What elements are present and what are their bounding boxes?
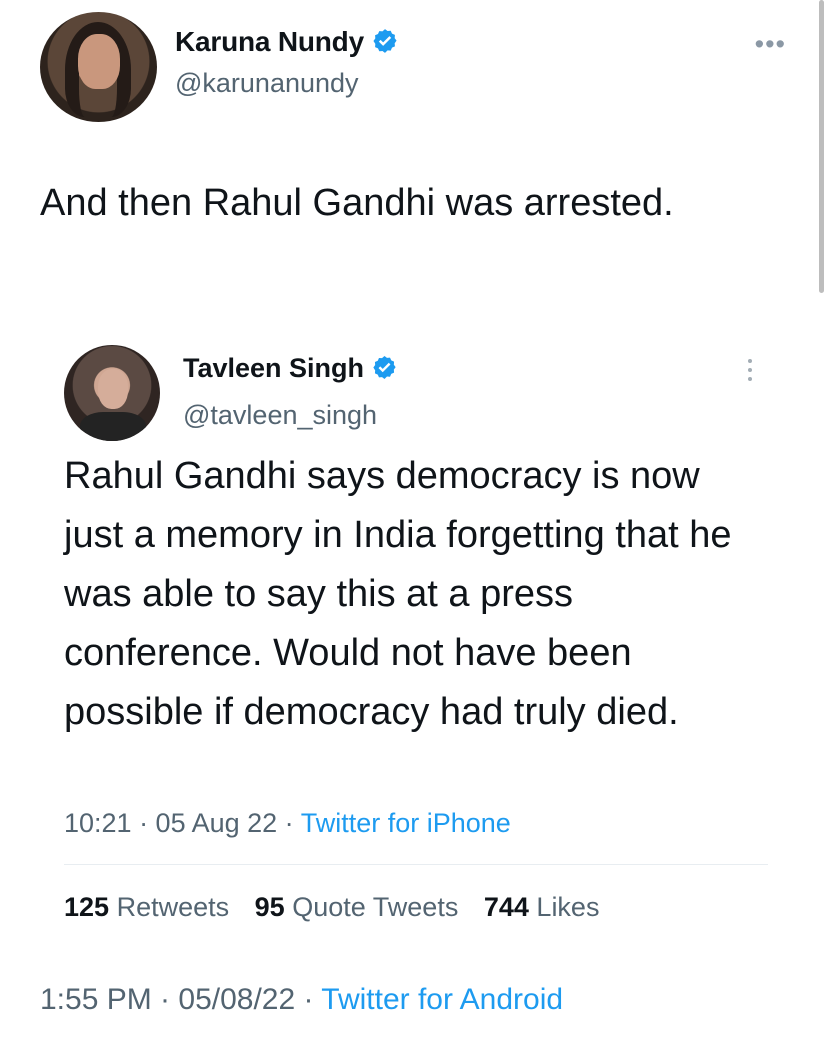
avatar-face (98, 369, 128, 409)
more-options-icon[interactable]: ••• (755, 29, 786, 60)
author-name-text[interactable]: Karuna Nundy (175, 26, 364, 57)
retweets-count[interactable]: 125 (64, 892, 109, 922)
retweets-label[interactable]: Retweets (117, 892, 230, 922)
author-name[interactable]: Karuna Nundy (175, 26, 399, 62)
quoted-author-name-text[interactable]: Tavleen Singh (183, 353, 364, 383)
quoted-source-link[interactable]: Twitter for iPhone (301, 808, 511, 838)
avatar-shoulders (80, 412, 146, 441)
quote-tweets-label[interactable]: Quote Tweets (292, 892, 458, 922)
quoted-more-options-icon[interactable] (748, 359, 753, 385)
tweet-meta: 1:55 PM · 05/08/22 · Twitter for Android (40, 983, 563, 1017)
quoted-author-name[interactable]: Tavleen Singh (183, 353, 398, 388)
likes-count[interactable]: 744 (484, 892, 529, 922)
engagement-stats: 125 Retweets 95 Quote Tweets 744 Likes (64, 892, 599, 923)
tweet-source-link[interactable]: Twitter for Android (321, 983, 563, 1016)
verified-badge-icon (371, 354, 398, 388)
vertical-scrollbar[interactable] (819, 0, 824, 293)
quoted-tweet-meta: 10:21 · 05 Aug 22 · Twitter for iPhone (64, 808, 511, 839)
quoted-timestamp[interactable]: 10:21 · 05 Aug 22 · (64, 808, 301, 838)
tweet-timestamp[interactable]: 1:55 PM · 05/08/22 · (40, 983, 321, 1016)
tweet-text: And then Rahul Gandhi was arrested. (40, 182, 674, 224)
author-avatar[interactable] (40, 12, 157, 122)
avatar-face (78, 34, 120, 89)
dot-icon (748, 368, 752, 372)
stats-divider (64, 864, 768, 865)
author-handle[interactable]: @karunanundy (175, 68, 359, 99)
dot-icon (748, 359, 752, 363)
quoted-tweet-text: Rahul Gandhi says democracy is now just … (64, 455, 732, 733)
quoted-tweet-card[interactable]: Tavleen Singh @tavleen_singh Rahul Gandh… (40, 325, 788, 945)
quote-tweets-count[interactable]: 95 (255, 892, 285, 922)
quoted-author-avatar[interactable] (64, 345, 160, 441)
dot-icon (748, 377, 752, 381)
likes-label[interactable]: Likes (536, 892, 599, 922)
verified-badge-icon (371, 27, 399, 62)
quoted-author-handle[interactable]: @tavleen_singh (183, 400, 377, 431)
